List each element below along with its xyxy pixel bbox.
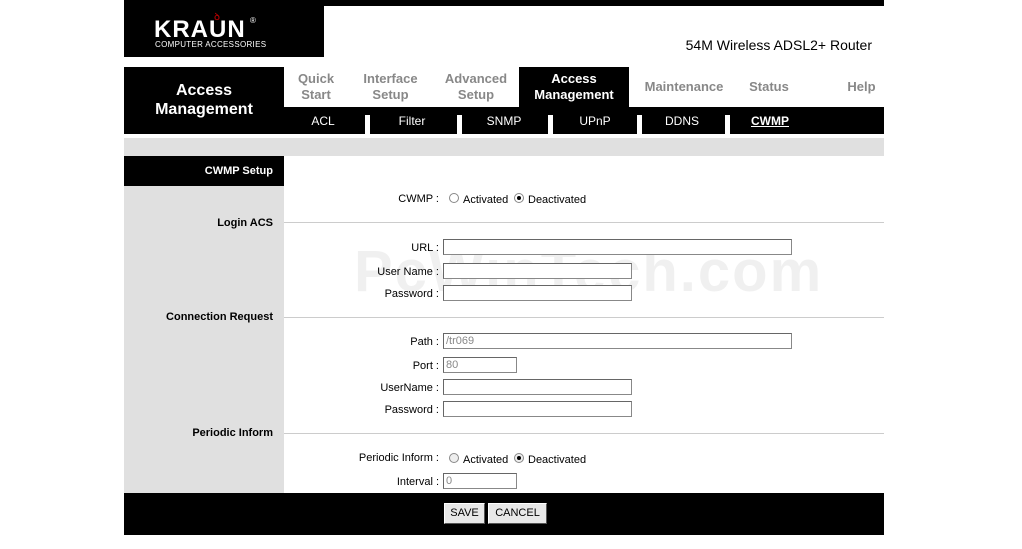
- tab-maintenance[interactable]: Maintenance: [629, 67, 739, 107]
- periodic-inform-field-label: Periodic Inform :: [358, 452, 439, 464]
- path-input[interactable]: /tr069: [443, 333, 792, 349]
- interval-input[interactable]: 0: [443, 473, 517, 489]
- section-title: Access Management: [124, 67, 284, 134]
- main-nav: Quick Start Interface Setup Advanced Setup …: [284, 67, 884, 107]
- acs-password-input[interactable]: [443, 285, 632, 301]
- divider: [284, 433, 884, 434]
- acs-password-label: Password :: [384, 288, 439, 300]
- periodic-deactivated-radio[interactable]: [514, 453, 524, 463]
- logo-swirl-icon: ꝺ: [214, 12, 220, 23]
- router-admin-page: KRAUN ꝺ ® COMPUTER ACCESSORIES 54M Wirel…: [124, 0, 884, 535]
- interval-label: Interval :: [396, 476, 439, 488]
- cancel-button[interactable]: CANCEL: [488, 503, 547, 524]
- periodic-deactivated-label: Deactivated: [528, 454, 587, 466]
- subnav-divider: [637, 115, 642, 134]
- port-label: Port :: [412, 360, 439, 372]
- divider: [284, 222, 884, 223]
- logo-registered: ®: [250, 16, 256, 25]
- section-sidebar: CWMP Setup Login ACS Connection Request …: [124, 156, 284, 493]
- cwmp-activated-label: Activated: [463, 194, 509, 206]
- acs-username-input[interactable]: [443, 263, 632, 279]
- tab-advanced-setup[interactable]: Advanced Setup: [433, 67, 519, 107]
- tab-quick-start[interactable]: Quick Start: [284, 67, 348, 107]
- header-spacer: [124, 138, 884, 156]
- subnav-divider: [365, 115, 370, 134]
- save-button[interactable]: SAVE: [444, 503, 485, 524]
- tab-help[interactable]: Help: [829, 67, 894, 107]
- footer-bar: SAVE CANCEL: [124, 493, 884, 535]
- subtab-snmp[interactable]: SNMP: [466, 107, 542, 134]
- cwmp-deactivated-radio[interactable]: [514, 193, 524, 203]
- divider: [284, 317, 884, 318]
- cwmp-activated-radio[interactable]: [449, 193, 459, 203]
- cwmp-setup-header: CWMP Setup: [124, 156, 284, 186]
- conn-username-label: UserName :: [380, 382, 439, 394]
- url-label: URL :: [411, 242, 439, 254]
- tab-interface-setup[interactable]: Interface Setup: [348, 67, 433, 107]
- subtab-ddns[interactable]: DDNS: [646, 107, 718, 134]
- subtab-upnp[interactable]: UPnP: [557, 107, 633, 134]
- conn-password-input[interactable]: [443, 401, 632, 417]
- tab-status[interactable]: Status: [739, 67, 799, 107]
- cwmp-label: CWMP :: [398, 193, 439, 205]
- tab-access-management[interactable]: Access Management: [519, 67, 629, 107]
- periodic-activated-radio[interactable]: [449, 453, 459, 463]
- section-title-line2: Management: [155, 101, 253, 118]
- subnav-divider: [548, 115, 553, 134]
- cwmp-deactivated-label: Deactivated: [528, 194, 587, 206]
- subnav-divider: [725, 115, 730, 134]
- url-input[interactable]: [443, 239, 792, 255]
- conn-username-input[interactable]: [443, 379, 632, 395]
- periodic-inform-label: Periodic Inform: [192, 427, 273, 439]
- section-title-line1: Access: [175, 82, 233, 99]
- subnav-divider: [457, 115, 462, 134]
- periodic-activated-label: Activated: [463, 454, 509, 466]
- subtab-cwmp[interactable]: CWMP: [734, 107, 806, 134]
- port-input[interactable]: 80: [443, 357, 517, 373]
- connection-request-label: Connection Request: [166, 311, 273, 323]
- path-label: Path :: [410, 336, 439, 348]
- brand-logo: KRAUN ꝺ ® COMPUTER ACCESSORIES: [124, 6, 324, 57]
- product-title: 54M Wireless ADSL2+ Router: [685, 37, 872, 53]
- login-acs-label: Login ACS: [217, 217, 273, 229]
- sub-nav: ACL Filter SNMP UPnP DDNS CWMP: [284, 107, 884, 134]
- logo-subtitle: COMPUTER ACCESSORIES: [155, 40, 267, 49]
- conn-password-label: Password :: [384, 404, 439, 416]
- acs-username-label: User Name :: [377, 266, 439, 278]
- subtab-acl[interactable]: ACL: [289, 107, 357, 134]
- subtab-filter[interactable]: Filter: [374, 107, 450, 134]
